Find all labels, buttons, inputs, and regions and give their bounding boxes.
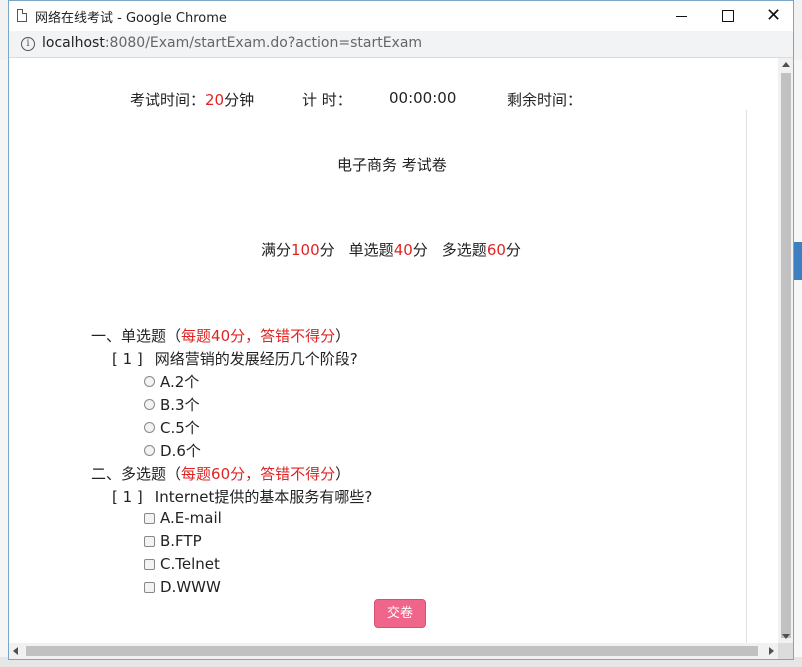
note-open: （ <box>166 465 182 483</box>
option-multi-d[interactable]: D.WWW <box>144 578 221 596</box>
question-single-1: [ 1 ] 网络营销的发展经历几个阶段? <box>112 348 358 369</box>
single-score-value: 40 <box>393 241 413 259</box>
browser-window: 网络在线考试 - Google Chrome ✕ i localhost:808… <box>8 0 794 660</box>
multi-score-value: 60 <box>486 241 506 259</box>
question-text: 网络营销的发展经历几个阶段? <box>154 350 358 368</box>
section-note: 每题60分，答错不得分 <box>181 465 336 483</box>
background-window-right <box>794 60 802 660</box>
scroll-left-icon[interactable] <box>13 647 18 655</box>
section-title: 二、多选题 <box>91 465 167 483</box>
timer-value: 00:00:00 <box>389 89 457 107</box>
checkbox[interactable] <box>144 535 155 547</box>
option-multi-b[interactable]: B.FTP <box>144 532 202 550</box>
option-multi-c[interactable]: C.Telnet <box>144 555 220 573</box>
horizontal-scrollbar[interactable] <box>9 643 778 659</box>
option-label: A.2个 <box>160 373 200 391</box>
single-score-label: 单选题 <box>348 241 394 259</box>
option-label: B.3个 <box>160 396 200 414</box>
section-note: 每题40分，答错不得分 <box>181 327 336 345</box>
option-label: A.E-mail <box>160 509 222 527</box>
close-icon: ✕ <box>766 5 782 26</box>
scroll-up-icon[interactable] <box>782 62 790 67</box>
minimize-button[interactable] <box>659 1 705 31</box>
section-heading-multi: 二、多选题（每题60分，答错不得分） <box>91 463 350 484</box>
vertical-scroll-thumb[interactable] <box>781 73 791 638</box>
horizontal-scroll-thumb[interactable] <box>26 646 758 656</box>
page-content: 考试时间：20分钟 计 时： 00:00:00 剩余时间： 电子商务 考试卷 满… <box>9 58 778 643</box>
option-multi-a[interactable]: A.E-mail <box>144 509 222 527</box>
url-text[interactable]: localhost:8080/Exam/startExam.do?action=… <box>42 35 422 51</box>
info-icon[interactable]: i <box>21 37 35 51</box>
question-multi-1: [ 1 ] Internet提供的基本服务有哪些? <box>112 486 372 507</box>
full-score-unit: 分 <box>319 241 335 259</box>
checkbox[interactable] <box>144 558 155 570</box>
address-bar[interactable]: i localhost:8080/Exam/startExam.do?actio… <box>9 31 793 58</box>
maximize-icon <box>722 10 734 22</box>
section-title: 一、单选题 <box>91 327 167 345</box>
radio-button[interactable] <box>144 376 155 387</box>
option-single-c[interactable]: C.5个 <box>144 417 200 438</box>
option-label: C.5个 <box>160 419 200 437</box>
multi-score-unit: 分 <box>505 241 521 259</box>
radio-button[interactable] <box>144 445 155 456</box>
timer-label: 计 时： <box>302 91 352 109</box>
option-label: D.6个 <box>160 442 201 460</box>
url-host: localhost <box>42 35 105 51</box>
exam-time-label: 考试时间： <box>130 91 206 109</box>
option-label: C.Telnet <box>160 555 220 573</box>
exam-time-value: 20 <box>205 91 225 109</box>
scroll-right-icon[interactable] <box>769 647 774 655</box>
checkbox[interactable] <box>144 512 155 524</box>
scroll-down-icon[interactable] <box>782 634 790 639</box>
close-button[interactable]: ✕ <box>751 1 793 31</box>
scrollbar-corner <box>778 643 793 659</box>
full-score-value: 100 <box>291 241 320 259</box>
single-score-unit: 分 <box>412 241 428 259</box>
exam-time-unit: 分钟 <box>224 91 255 109</box>
option-single-b[interactable]: B.3个 <box>144 394 200 415</box>
option-label: B.FTP <box>160 532 202 550</box>
vertical-scrollbar[interactable] <box>778 58 793 643</box>
option-single-d[interactable]: D.6个 <box>144 440 201 461</box>
exam-time: 考试时间：20分钟 <box>130 89 254 110</box>
page-document-icon <box>17 9 27 22</box>
radio-button[interactable] <box>144 399 155 410</box>
question-number: [ 1 ] <box>112 350 143 368</box>
option-label: D.WWW <box>160 578 221 596</box>
url-path: :8080/Exam/startExam.do?action=startExam <box>104 35 423 51</box>
maximize-button[interactable] <box>705 1 751 31</box>
minimize-icon <box>676 16 687 17</box>
note-close: ） <box>335 327 351 345</box>
content-border <box>746 110 747 643</box>
note-close: ） <box>335 465 351 483</box>
title-bar: 网络在线考试 - Google Chrome ✕ <box>9 1 793 31</box>
background-window-blue-block <box>794 242 802 280</box>
radio-button[interactable] <box>144 422 155 433</box>
score-summary: 满分100分 单选题40分 多选题60分 <box>261 239 521 260</box>
question-number: [ 1 ] <box>112 488 143 506</box>
checkbox[interactable] <box>144 581 155 593</box>
submit-exam-button[interactable]: 交卷 <box>374 599 426 628</box>
window-title: 网络在线考试 - Google Chrome <box>35 11 227 26</box>
full-score-label: 满分 <box>261 241 292 259</box>
multi-score-label: 多选题 <box>441 241 487 259</box>
question-text: Internet提供的基本服务有哪些? <box>154 488 373 506</box>
option-single-a[interactable]: A.2个 <box>144 371 199 392</box>
section-heading-single: 一、单选题（每题40分，答错不得分） <box>91 325 350 346</box>
note-open: （ <box>166 327 182 345</box>
paper-title: 电子商务 考试卷 <box>337 156 447 174</box>
remaining-time-label: 剩余时间： <box>507 91 583 109</box>
